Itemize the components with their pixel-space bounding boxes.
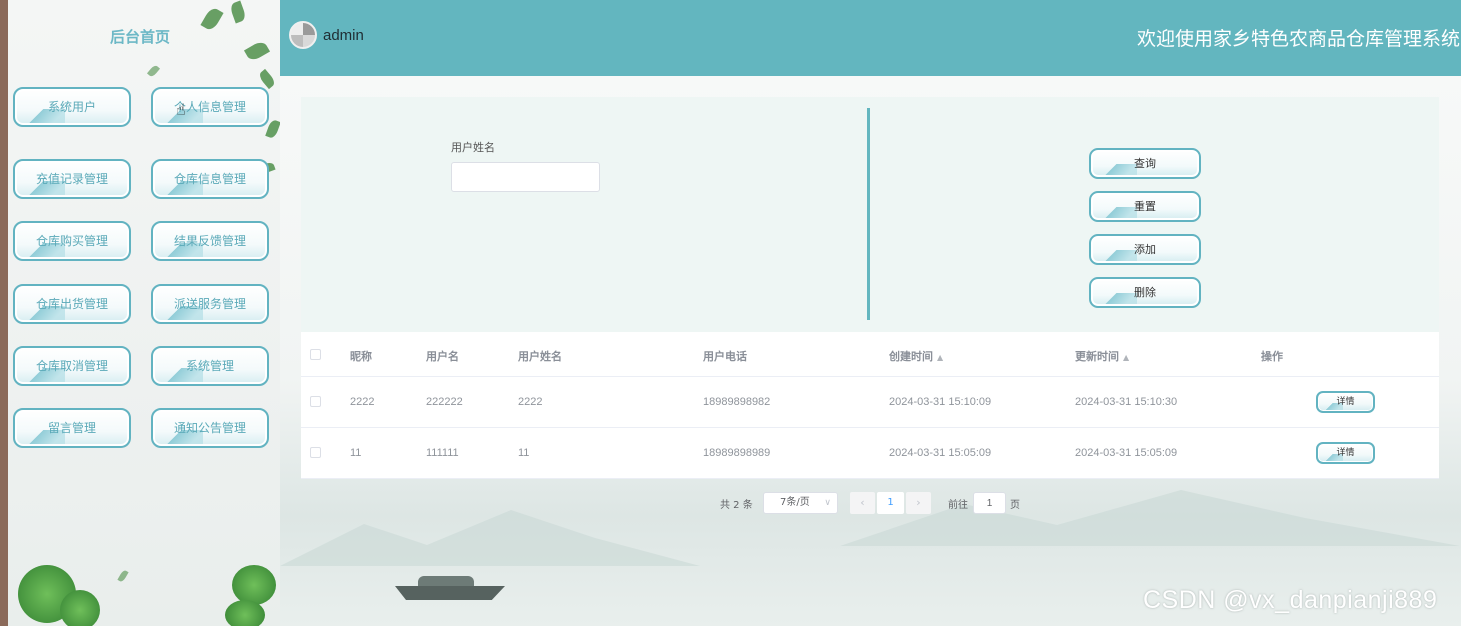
hand-cursor-icon: ☝ <box>176 100 186 119</box>
chevron-down-icon: ∨ <box>824 498 831 508</box>
sidebar-item-label: 通知公告管理 <box>173 421 246 435</box>
username-search-label: 用户姓名 <box>451 141 495 154</box>
sidebar-item-label: 仓库购买管理 <box>35 234 108 248</box>
username-search-input[interactable] <box>451 162 600 192</box>
sidebar-item-warehouse-shipment[interactable]: 仓库出货管理 <box>13 284 131 324</box>
chevron-right-icon[interactable]: › <box>906 492 931 514</box>
top-header: admin 欢迎使用家乡特色农商品仓库管理系统 <box>280 0 1461 76</box>
sidebar-item-result-feedback[interactable]: 结果反馈管理 <box>151 221 269 261</box>
sidebar-item-label: 派送服务管理 <box>173 297 246 311</box>
query-button-label: 查询 <box>1134 157 1156 170</box>
sidebar-item-label: 留言管理 <box>47 421 96 435</box>
sidebar-item-personal-info[interactable]: 个人信息管理 <box>151 87 269 127</box>
lotus-leaf-decoration <box>225 600 265 626</box>
leaf-decoration <box>257 68 277 90</box>
table-header-row: 昵称 用户名 用户姓名 用户电话 创建时间 ▲ 更新时间 ▲ 操作 <box>301 332 1439 377</box>
admin-username[interactable]: admin <box>323 27 364 44</box>
delete-button[interactable]: 删除 <box>1089 277 1201 308</box>
cell-created: 2024-03-31 15:10:09 <box>889 396 992 408</box>
avatar-icon[interactable] <box>289 21 317 49</box>
column-header-created[interactable]: 创建时间 ▲ <box>889 348 943 364</box>
sidebar-edge-decoration <box>0 0 8 626</box>
goto-page-input[interactable] <box>973 492 1006 514</box>
column-header-updated[interactable]: 更新时间 ▲ <box>1075 348 1129 364</box>
select-all-checkbox[interactable] <box>310 349 321 360</box>
sidebar-item-label: 充值记录管理 <box>35 172 108 186</box>
cell-updated: 2024-03-31 15:10:30 <box>1075 396 1178 408</box>
table-row: 2222 222222 2222 18989898982 2024-03-31 … <box>301 377 1439 428</box>
reset-button-label: 重置 <box>1134 200 1156 213</box>
detail-button-label: 详情 <box>1336 448 1355 458</box>
column-header-realname: 用户姓名 <box>518 350 562 363</box>
sidebar-item-label: 仓库取消管理 <box>35 359 108 373</box>
detail-button-label: 详情 <box>1336 397 1355 407</box>
pagination-total: 共 2 条 <box>720 500 753 511</box>
page-size-select[interactable]: 7条/页 ∨ <box>763 492 838 514</box>
delete-button-label: 删除 <box>1134 286 1156 299</box>
sidebar-item-recharge-records[interactable]: 充值记录管理 <box>13 159 131 199</box>
column-header-updated-label: 更新时间 <box>1075 350 1119 363</box>
sidebar-title-home[interactable]: 后台首页 <box>70 26 210 47</box>
cell-nickname: 11 <box>350 447 362 459</box>
leaf-decoration <box>117 569 129 583</box>
query-button[interactable]: 查询 <box>1089 148 1201 179</box>
cell-phone: 18989898982 <box>703 396 771 408</box>
sidebar-item-system-users[interactable]: 系统用户 <box>13 87 131 127</box>
lotus-leaf-decoration <box>60 590 100 626</box>
cell-nickname: 2222 <box>350 396 375 408</box>
row-checkbox[interactable] <box>310 447 321 458</box>
sidebar-item-label: 系统管理 <box>185 359 234 373</box>
sort-icon[interactable]: ▲ <box>1123 353 1129 362</box>
mountain-decoration <box>840 490 1460 546</box>
boat-decoration <box>395 586 505 600</box>
sidebar-item-warehouse-cancel[interactable]: 仓库取消管理 <box>13 346 131 386</box>
cell-username: 222222 <box>426 396 463 408</box>
column-header-created-label: 创建时间 <box>889 350 933 363</box>
sidebar: 后台首页 系统用户 个人信息管理 充值记录管理 仓库信息管理 仓库购买管理 结果… <box>0 0 280 626</box>
cell-realname: 2222 <box>518 396 543 408</box>
reset-button[interactable]: 重置 <box>1089 191 1201 222</box>
welcome-title: 欢迎使用家乡特色农商品仓库管理系统 <box>1136 28 1460 50</box>
leaf-decoration <box>146 64 161 78</box>
cell-phone: 18989898989 <box>703 447 771 459</box>
sidebar-item-label: 仓库出货管理 <box>35 297 108 311</box>
sidebar-item-label: 结果反馈管理 <box>173 234 246 248</box>
goto-suffix: 页 <box>1010 500 1020 511</box>
leaf-decoration <box>228 0 248 24</box>
sidebar-item-system-management[interactable]: 系统管理 <box>151 346 269 386</box>
add-button[interactable]: 添加 <box>1089 234 1201 265</box>
leaf-decoration <box>243 39 271 63</box>
csdn-watermark: CSDN @vx_danpianji889 <box>1143 586 1438 614</box>
sidebar-item-warehouse-purchase[interactable]: 仓库购买管理 <box>13 221 131 261</box>
chevron-left-icon[interactable]: ‹ <box>850 492 875 514</box>
sidebar-item-delivery-service[interactable]: 派送服务管理 <box>151 284 269 324</box>
detail-button[interactable]: 详情 <box>1316 442 1375 464</box>
table-row: 11 111111 11 18989898989 2024-03-31 15:0… <box>301 428 1439 479</box>
sidebar-item-notice-management[interactable]: 通知公告管理 <box>151 408 269 448</box>
sort-icon[interactable]: ▲ <box>937 353 943 362</box>
detail-button[interactable]: 详情 <box>1316 391 1375 413</box>
goto-label: 前往 <box>948 500 968 511</box>
cell-realname: 11 <box>518 447 530 459</box>
lotus-leaf-decoration <box>232 565 276 605</box>
sidebar-item-label: 仓库信息管理 <box>173 172 246 186</box>
users-table: 昵称 用户名 用户姓名 用户电话 创建时间 ▲ 更新时间 ▲ 操作 2222 222… <box>301 332 1439 479</box>
page-number-current[interactable]: 1 <box>877 492 904 514</box>
sidebar-item-message-management[interactable]: 留言管理 <box>13 408 131 448</box>
search-panel: 用户姓名 查询 重置 添加 删除 <box>301 97 1439 332</box>
cell-created: 2024-03-31 15:05:09 <box>889 447 992 459</box>
column-header-phone: 用户电话 <box>703 350 747 363</box>
cell-username: 111111 <box>426 447 459 459</box>
panel-divider <box>867 108 870 320</box>
sidebar-item-warehouse-info[interactable]: 仓库信息管理 <box>151 159 269 199</box>
column-header-username: 用户名 <box>426 350 459 363</box>
column-header-actions: 操作 <box>1261 350 1283 363</box>
mountain-decoration <box>280 510 700 566</box>
row-checkbox[interactable] <box>310 396 321 407</box>
cell-updated: 2024-03-31 15:05:09 <box>1075 447 1178 459</box>
column-header-nickname: 昵称 <box>350 350 372 363</box>
page-size-value: 7条/页 <box>780 497 810 508</box>
add-button-label: 添加 <box>1134 243 1156 256</box>
sidebar-item-label: 系统用户 <box>47 100 96 114</box>
